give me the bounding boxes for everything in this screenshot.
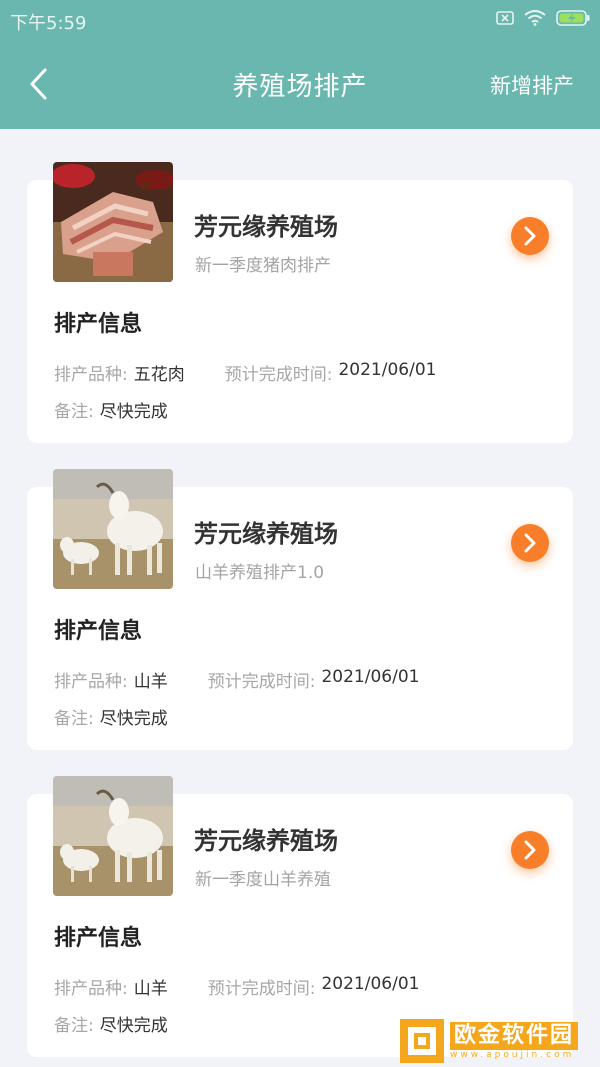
schedule-subtitle: 新一季度猪肉排产 (195, 256, 331, 276)
chevron-right-icon (524, 533, 536, 553)
watermark-main: 欧金软件园 (450, 1022, 579, 1050)
chevron-right-icon (524, 226, 536, 246)
finish-time-label: 预计完成时间: (207, 979, 316, 999)
note-label: 备注: (54, 709, 94, 729)
goats-photo (53, 776, 173, 896)
note-row: 备注: 尽快完成 (54, 397, 168, 422)
variety-value: 五花肉 (133, 365, 185, 385)
finish-time-label: 预计完成时间: (207, 672, 316, 692)
sim-off-icon (496, 10, 514, 30)
note-value: 尽快完成 (99, 709, 168, 729)
detail-button[interactable] (511, 524, 549, 562)
add-schedule-button[interactable]: 新增排产 (490, 70, 574, 100)
wifi-icon (524, 10, 546, 30)
detail-button[interactable] (511, 831, 549, 869)
farm-name: 芳元缘养殖场 (194, 520, 338, 548)
nav-bar: 养殖场排产 新增排产 (0, 40, 600, 129)
variety-label: 排产品种: (54, 979, 128, 999)
section-title: 排产信息 (54, 619, 143, 644)
finish-time-value: 2021/06/01 (338, 360, 437, 380)
schedule-subtitle: 新一季度山羊养殖 (195, 870, 331, 890)
info-row: 排产品种: 山羊 预计完成时间: 2021/06/01 (54, 667, 419, 692)
farm-name: 芳元缘养殖场 (194, 827, 338, 855)
app-header: 下午5:59 养殖场排产 新增排产 (0, 0, 600, 129)
status-icons (496, 10, 590, 30)
schedule-card[interactable]: 芳元缘养殖场 山羊养殖排产1.0 排产信息 排产品种: 山羊 预计完成时间: 2… (27, 469, 573, 750)
pork-belly-photo (53, 162, 173, 282)
schedule-card[interactable]: 芳元缘养殖场 新一季度山羊养殖 排产信息 排产品种: 山羊 预计完成时间: 20… (27, 776, 573, 1057)
goats-photo (53, 469, 173, 589)
status-bar: 下午5:59 (0, 0, 600, 40)
schedule-subtitle: 山羊养殖排产1.0 (195, 563, 325, 583)
note-value: 尽快完成 (99, 1016, 168, 1036)
note-row: 备注: 尽快完成 (54, 1011, 168, 1036)
watermark-logo-icon (400, 1019, 444, 1063)
farm-name: 芳元缘养殖场 (194, 213, 338, 241)
note-value: 尽快完成 (99, 402, 168, 422)
info-row: 排产品种: 山羊 预计完成时间: 2021/06/01 (54, 974, 419, 999)
detail-button[interactable] (511, 217, 549, 255)
status-time: 下午5:59 (10, 13, 87, 34)
watermark-sub: www.apoujin.com (450, 1050, 575, 1060)
variety-label: 排产品种: (54, 672, 128, 692)
battery-charging-icon (556, 10, 590, 30)
variety-value: 山羊 (133, 672, 168, 692)
finish-time-value: 2021/06/01 (321, 974, 420, 994)
chevron-right-icon (524, 840, 536, 860)
note-row: 备注: 尽快完成 (54, 704, 168, 729)
section-title: 排产信息 (54, 926, 143, 951)
note-label: 备注: (54, 402, 94, 422)
site-watermark: 欧金软件园 www.apoujin.com (400, 1019, 596, 1063)
section-title: 排产信息 (54, 312, 143, 337)
variety-label: 排产品种: (54, 365, 128, 385)
watermark-text: 欧金软件园 www.apoujin.com (450, 1022, 579, 1060)
finish-time-label: 预计完成时间: (224, 365, 333, 385)
finish-time-value: 2021/06/01 (321, 667, 420, 687)
info-row: 排产品种: 五花肉 预计完成时间: 2021/06/01 (54, 360, 436, 385)
note-label: 备注: (54, 1016, 94, 1036)
schedule-card[interactable]: 芳元缘养殖场 新一季度猪肉排产 排产信息 排产品种: 五花肉 预计完成时间: 2… (27, 162, 573, 443)
variety-value: 山羊 (133, 979, 168, 999)
